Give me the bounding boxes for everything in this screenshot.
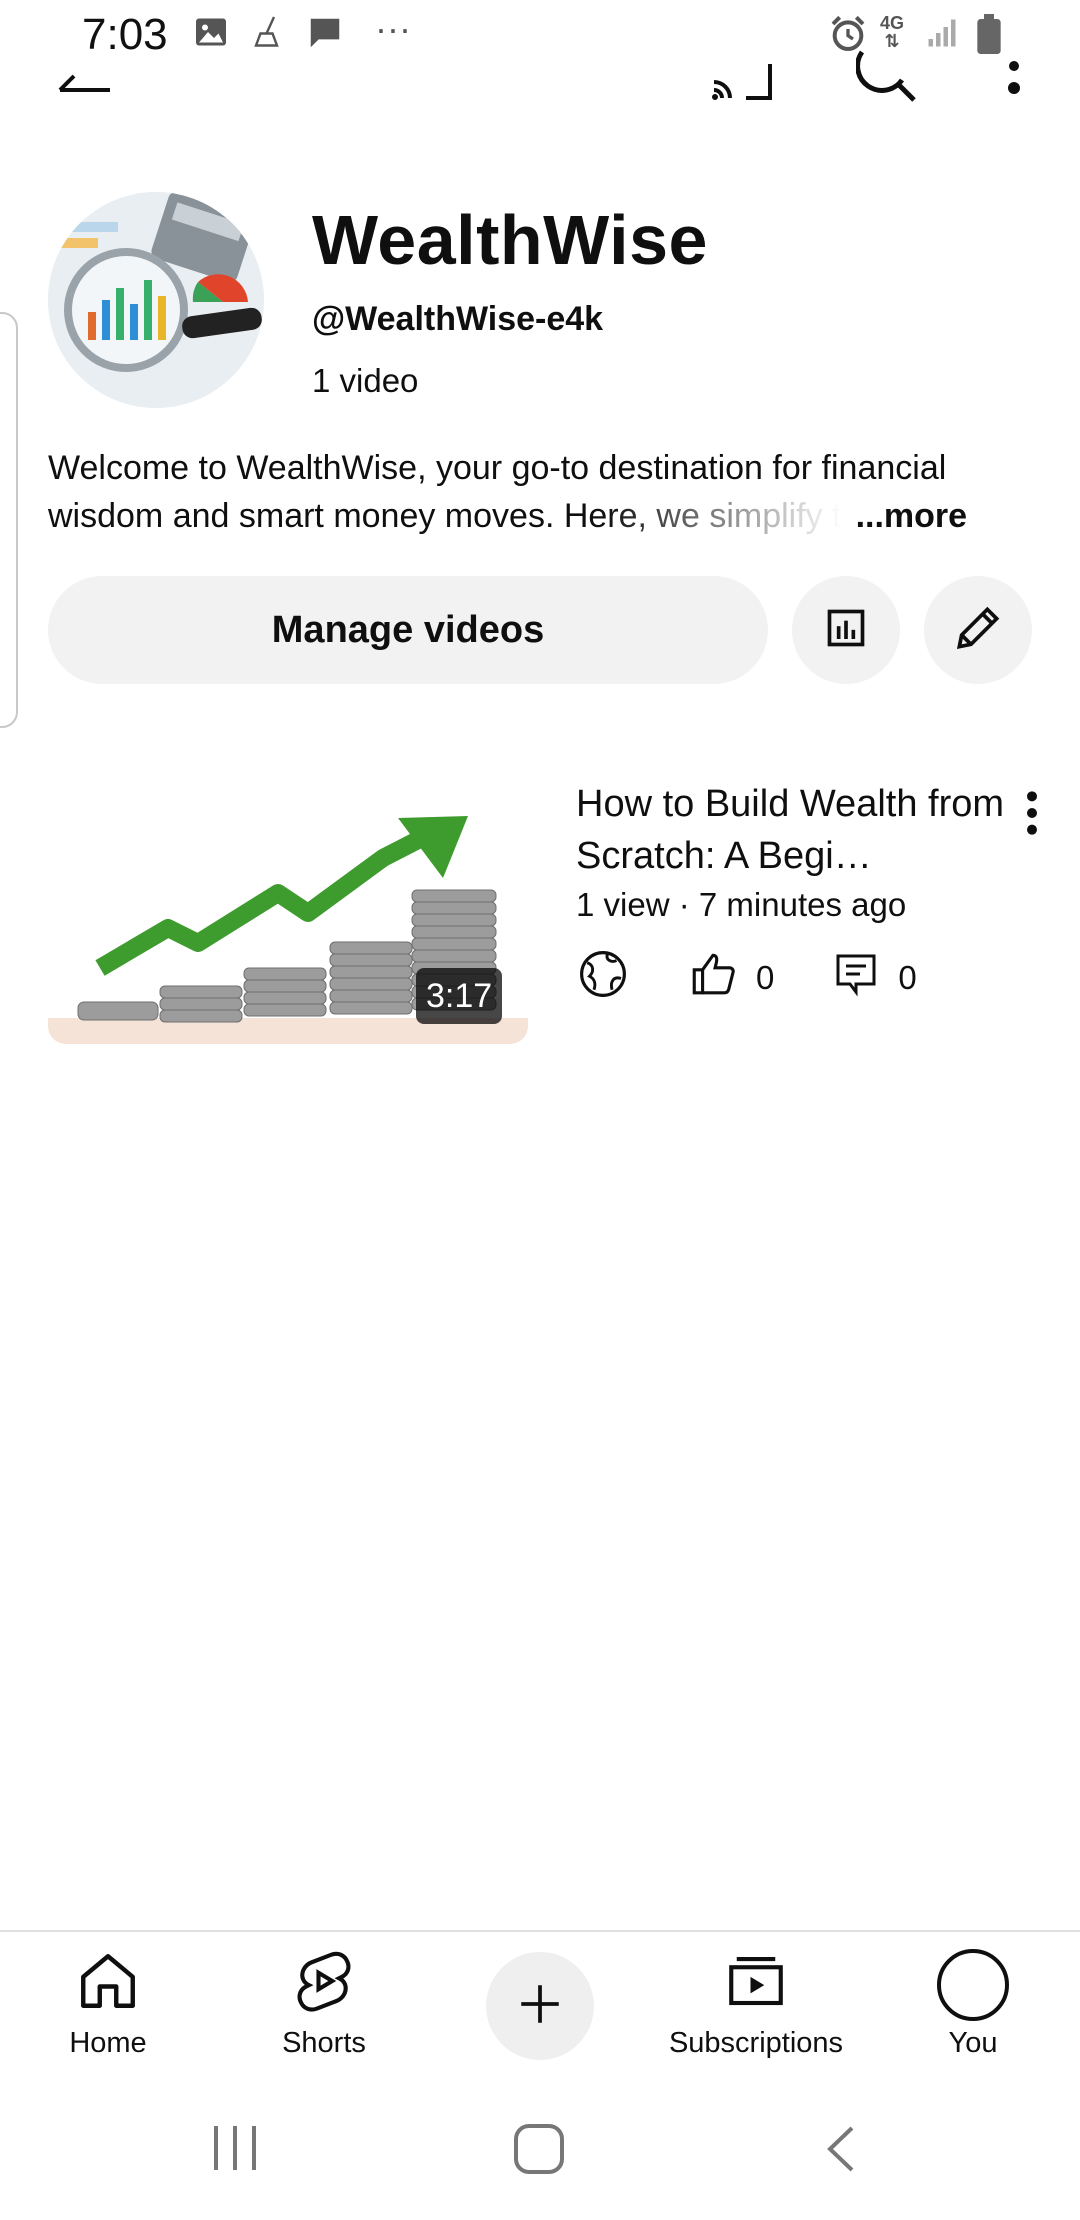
edge-panel-handle[interactable] [0, 312, 18, 728]
video-views: 1 view [576, 886, 670, 923]
analytics-button[interactable] [792, 576, 900, 684]
nav-subscriptions[interactable]: Subscriptions [656, 1948, 856, 2060]
description-line-2: wisdom and smart money moves. Here, we s… [48, 492, 1033, 540]
public-globe-icon [576, 947, 630, 1009]
message-icon [306, 14, 344, 57]
meta-separator: · [678, 886, 690, 923]
battery-icon [975, 14, 1003, 59]
channel-handle: @WealthWise-e4k [312, 300, 604, 338]
search-icon[interactable] [855, 50, 920, 109]
shorts-icon [291, 1948, 357, 2019]
description-line-2-text: wisdom and smart money moves. Here, we s… [48, 497, 842, 535]
recent-apps-icon[interactable] [210, 2122, 260, 2179]
pencil-icon [950, 600, 1006, 661]
like-count: 0 [756, 959, 775, 996]
nav-you-label: You [948, 2027, 998, 2059]
plus-icon [515, 1979, 565, 2034]
channel-avatar[interactable] [48, 192, 264, 408]
edit-channel-button[interactable] [924, 576, 1032, 684]
video-meta: 1 view · 7 minutes ago [576, 886, 906, 924]
nav-subscriptions-label: Subscriptions [668, 2027, 844, 2059]
nav-you[interactable]: You [918, 1948, 1028, 2060]
back-arrow-icon[interactable] [56, 56, 116, 105]
channel-video-count: 1 video [312, 362, 419, 399]
back-icon[interactable] [822, 2124, 858, 2179]
nav-create-button[interactable] [486, 1952, 594, 2060]
nav-home-label: Home [69, 2027, 147, 2059]
like-icon [688, 949, 738, 1007]
overflow-menu-icon[interactable] [1004, 60, 1024, 105]
nav-shorts[interactable]: Shorts [268, 1948, 380, 2060]
video-title[interactable]: How to Build Wealth from Scratch: A Begi… [576, 778, 1016, 882]
cast-icon[interactable] [710, 58, 776, 107]
network-4g-icon: 4G ⇅ [880, 13, 905, 51]
comment-icon [832, 949, 880, 1007]
channel-name: WealthWise [312, 201, 708, 279]
avatar-image [48, 192, 264, 408]
status-time: 7:03 [82, 10, 168, 59]
video-overflow-menu-icon[interactable] [1012, 788, 1052, 843]
manage-videos-button[interactable]: Manage videos [48, 576, 768, 684]
analytics-icon [824, 606, 868, 655]
video-duration-badge: 3:17 [416, 968, 503, 1024]
subscriptions-icon [723, 1948, 789, 2019]
comment-count: 0 [898, 959, 917, 996]
video-age: 7 minutes ago [698, 886, 907, 923]
home-button-icon[interactable] [512, 2122, 566, 2181]
more-link[interactable]: ...more [856, 492, 967, 540]
nav-home[interactable]: Home [54, 1948, 162, 2060]
network-label: 4G [880, 13, 905, 33]
broom-icon [250, 14, 286, 55]
home-icon [73, 1948, 143, 2019]
profile-circle-icon [936, 1948, 1010, 2027]
nav-shorts-label: Shorts [282, 2027, 366, 2059]
description-line-1: Welcome to WealthWise, your go-to destin… [48, 449, 947, 487]
signal-icon [924, 14, 960, 57]
channel-description[interactable]: Welcome to WealthWise, your go-to destin… [48, 444, 1033, 540]
video-stats: 0 0 [576, 950, 917, 1006]
more-dots-icon: ··· [375, 8, 411, 49]
image-icon [193, 14, 229, 55]
